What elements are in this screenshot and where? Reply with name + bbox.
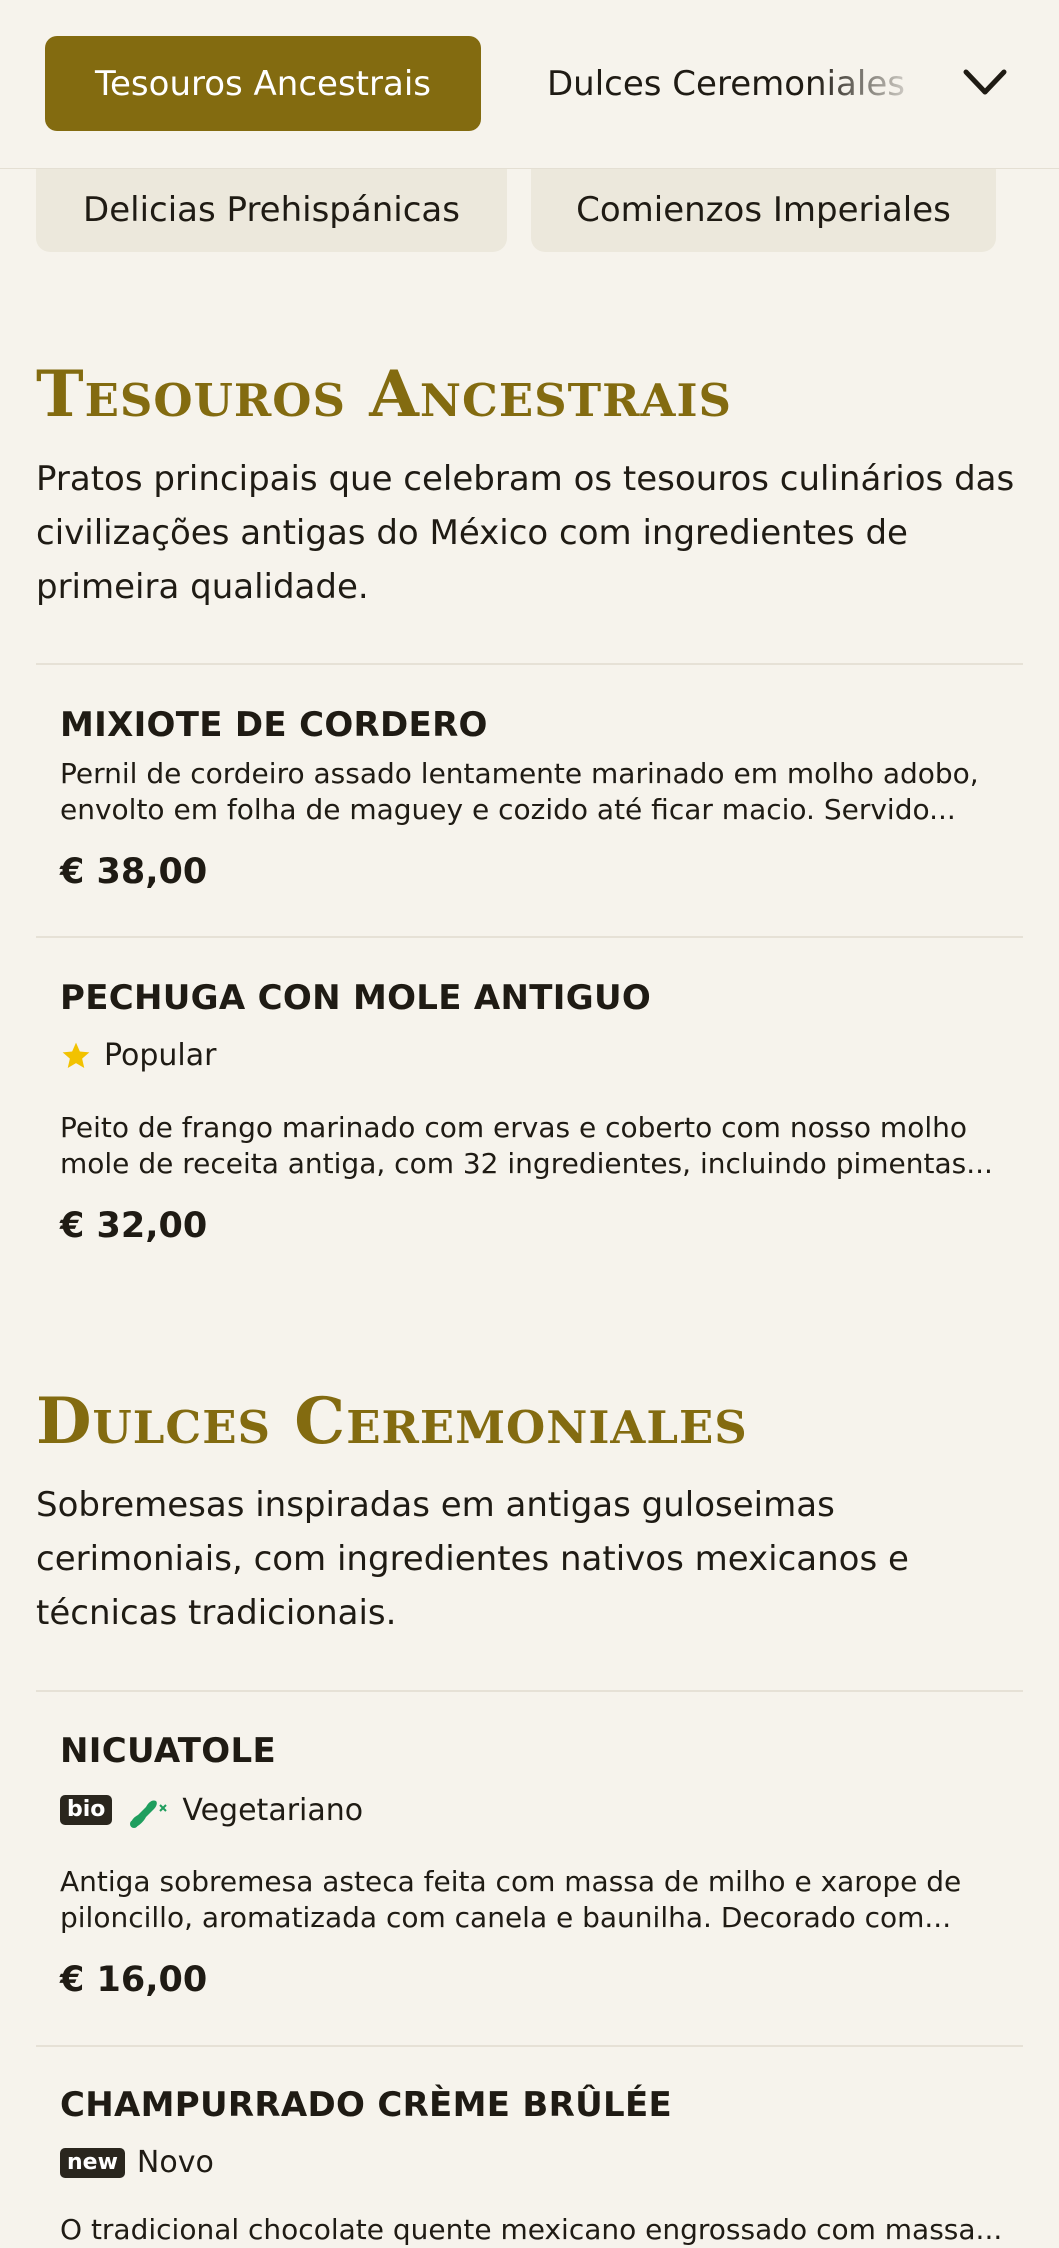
tab-label: Dulces Ceremoniales	[547, 63, 905, 104]
tag-label: Vegetariano	[182, 1792, 364, 1828]
item-price: € 32,00	[60, 1206, 208, 1246]
item-name: NICUATOLE	[60, 1731, 276, 1771]
tab-tesouros-ancestrais[interactable]: Tesouros Ancestrais	[45, 36, 481, 131]
category-bar: Tesouros Ancestrais Dulces Ceremoniales	[0, 0, 1059, 169]
item-name: MIXIOTE DE CORDERO	[60, 705, 488, 745]
vegetarian-leg-icon	[130, 1800, 168, 1828]
section-description: Sobremesas inspiradas em antigas gulosei…	[36, 1485, 909, 1633]
tab-delicias-prehispanicas[interactable]: Delicias Prehispánicas	[36, 168, 507, 252]
divider	[36, 663, 1023, 665]
bio-badge: bio	[60, 1795, 113, 1825]
tab-label: Tesouros Ancestrais	[95, 63, 431, 104]
section-description: Pratos principais que celebram os tesour…	[36, 459, 1015, 607]
item-name: PECHUGA CON MOLE ANTIGUO	[60, 978, 652, 1018]
divider	[36, 2045, 1023, 2047]
divider	[36, 936, 1023, 938]
star-icon	[62, 1042, 90, 1068]
item-description: O tradicional chocolate quente mexicano …	[60, 2213, 1003, 2246]
item-price: € 16,00	[60, 1960, 208, 2000]
tab-dulces-ceremoniales[interactable]: Dulces Ceremoniales	[547, 36, 927, 131]
item-description: Antiga sobremesa asteca feita com massa …	[60, 1865, 962, 1934]
item-description: Peito de frango marinado com ervas e cob…	[60, 1111, 993, 1180]
item-tags: new Novo	[60, 2145, 214, 2180]
secondary-tab-row: Delicias Prehispánicas Comienzos Imperia…	[0, 168, 1059, 252]
item-description: Pernil de cordeiro assado lentamente mar…	[60, 757, 979, 826]
tab-label: Delicias Prehispánicas	[83, 190, 460, 230]
tab-label: Comienzos Imperiales	[576, 190, 951, 230]
tag-label: Novo	[136, 2145, 214, 2180]
item-price: € 38,00	[60, 852, 208, 892]
item-tags: Popular	[60, 1038, 217, 1073]
item-tags: bio Vegetariano	[60, 1791, 363, 1829]
tag-label: Popular	[104, 1038, 217, 1073]
item-name: CHAMPURRADO CRÈME BRÛLÉE	[60, 2085, 672, 2125]
section-title: Tesouros Ancestrais	[36, 357, 732, 432]
section-title: Dulces Ceremoniales	[36, 1384, 748, 1459]
chevron-down-icon[interactable]	[960, 60, 1010, 106]
divider	[36, 1690, 1023, 1692]
new-badge: new	[60, 2147, 125, 2178]
tab-comienzos-imperiales[interactable]: Comienzos Imperiales	[531, 168, 996, 252]
